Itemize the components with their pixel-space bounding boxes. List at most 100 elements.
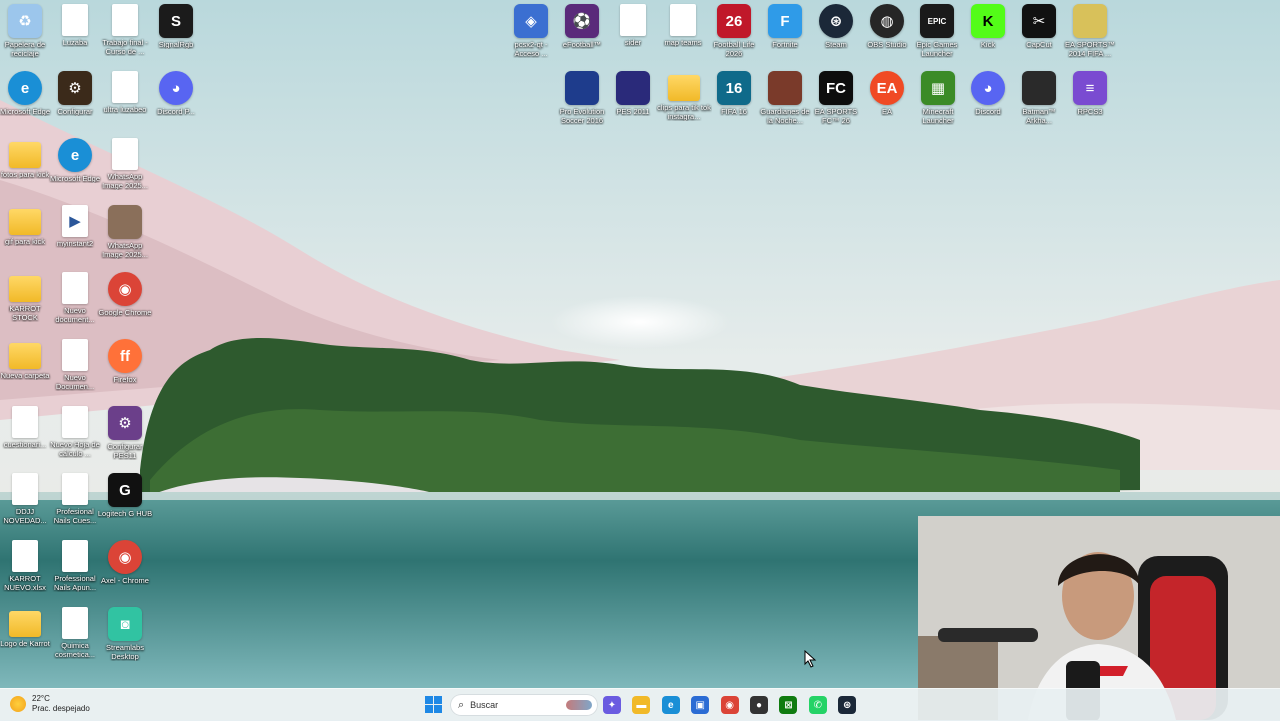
desktop-shortcut[interactable]: KARROT STOCK [0, 272, 50, 336]
desktop-shortcut[interactable]: map teams [658, 4, 708, 68]
desktop-shortcut[interactable]: ◕ Discord P... [151, 71, 201, 135]
desktop-shortcut[interactable]: e Microsoft Edge [50, 138, 100, 202]
desktop-shortcut[interactable]: Quimica cosmetica... [50, 607, 100, 671]
desktop-shortcut[interactable]: Pro Evolution Soccer 2016 [557, 71, 607, 135]
steam-icon: ⊛ [819, 4, 853, 38]
desktop-shortcut-label: Pro Evolution Soccer 2016 [559, 107, 605, 125]
desktop-shortcut[interactable]: sider [608, 4, 658, 68]
desktop-shortcut[interactable]: gif para kick [0, 205, 50, 269]
desktop-shortcut[interactable]: Guardianes de la Noche... [760, 71, 810, 135]
desktop-shortcut-label: Luzaba [62, 38, 88, 47]
ea-icon: EA [870, 71, 904, 105]
desktop-shortcut-label: Nuevo Hoja de cálculo ... [50, 440, 100, 458]
desktop-shortcut-label: Quimica cosmetica... [54, 641, 95, 659]
desktop-shortcut[interactable]: EA SPORTS™ 2014 FIFA ... [1065, 4, 1115, 68]
desktop-shortcut[interactable]: 26 Football Life 2026 [709, 4, 759, 68]
desktop-shortcut[interactable]: KARROT NUEVO.xlsx [0, 540, 50, 604]
desktop-shortcut[interactable]: ⚙ Configurar [50, 71, 100, 135]
file-icon [620, 4, 646, 36]
desktop-shortcut[interactable]: DDJJ NOVEDAD... [0, 473, 50, 537]
chrome-taskbar-icon[interactable]: ◉ [720, 696, 739, 714]
desktop-shortcut[interactable]: ◉ Google Chrome [99, 272, 151, 336]
edge-taskbar-icon[interactable]: e [661, 696, 680, 714]
desktop-shortcut-label: KARROT NUEVO.xlsx [4, 574, 46, 592]
desktop-shortcut[interactable]: ✂ CapCut [1014, 4, 1064, 68]
desktop-shortcut-label: Nueva carpeta [0, 371, 50, 380]
desktop-shortcut[interactable]: ◙ Streamlabs Desktop [100, 607, 150, 671]
weather-widget[interactable]: 22°C Prac. despejado [10, 694, 90, 714]
desktop-shortcut[interactable]: S SignalRgb [151, 4, 201, 68]
desktop-shortcut[interactable]: EPIC Epic Games Launcher [912, 4, 962, 68]
folder-icon [9, 142, 41, 168]
desktop-shortcut[interactable]: WhatsApp Image 2025... [100, 138, 150, 202]
desktop-shortcut-label: PES 2011 [616, 107, 650, 116]
discord-icon: ◕ [159, 71, 193, 105]
desktop-shortcut[interactable]: ◈ pcsx2-qt - Acceso ... [506, 4, 556, 68]
desktop-shortcut[interactable]: Nuevo Documen... [50, 339, 100, 403]
desktop-shortcut[interactable]: Nuevo document... [50, 272, 100, 336]
game-taskbar-icon[interactable]: ● [750, 696, 768, 714]
desktop-shortcut-label: map teams [664, 38, 702, 47]
desktop-shortcut-label: Configurar PES11 [107, 442, 143, 460]
desktop-shortcut[interactable]: WhatsApp Image 2025... [100, 205, 150, 269]
whatsapp-taskbar-icon[interactable]: ✆ [808, 696, 827, 714]
desktop-shortcut[interactable]: ⚙ Configurar PES11 [100, 406, 150, 470]
desktop-shortcut[interactable]: K Kick [963, 4, 1013, 68]
desktop-shortcut[interactable]: fotos para kick [0, 138, 50, 202]
desktop-shortcut[interactable]: ♻ Papelera de reciclaje [0, 4, 50, 68]
desktop-shortcut[interactable]: ⚽ eFootball™ [557, 4, 607, 68]
desktop-shortcut-label: CapCut [1026, 40, 1052, 49]
search-placeholder: Buscar [470, 700, 499, 710]
mouse-cursor-icon [804, 650, 817, 668]
desktop-shortcut[interactable]: Trabajo final - Curso de ... [100, 4, 150, 68]
desktop-shortcut-label: RPCS3 [1077, 107, 1103, 116]
start-button[interactable] [425, 696, 442, 713]
desktop-shortcut[interactable]: G Logitech G HUB [98, 473, 152, 537]
store-taskbar-icon[interactable]: ▣ [691, 696, 710, 714]
desktop-shortcut[interactable]: Profesional Nails Cues... [50, 473, 100, 537]
desktop-shortcut[interactable]: Nuevo Hoja de cálculo ... [50, 406, 100, 470]
taskbar-search-box[interactable]: ⌕ Buscar [450, 694, 598, 716]
xbox-taskbar-icon[interactable]: ⊠ [779, 696, 798, 714]
document-icon [62, 272, 88, 304]
document-icon [12, 473, 38, 505]
desktop-shortcut[interactable]: FC EA SPORTS FC™ 26 [811, 71, 861, 135]
desktop-shortcut[interactable]: PES 2011 [608, 71, 658, 135]
desktop-shortcut-label: gif para kick [4, 237, 46, 246]
desktop-shortcut[interactable]: ◍ OBS Studio [862, 4, 912, 68]
desktop-shortcut-label: Nuevo Documen... [55, 373, 95, 391]
sun-icon [10, 696, 26, 712]
desktop-shortcut[interactable]: ▶ myinstant2 [50, 205, 100, 269]
desktop-shortcut[interactable]: clips para tik tok instagra... [657, 71, 711, 135]
desktop-shortcut-label: Streamlabs Desktop [106, 643, 144, 661]
football-life-icon: 26 [717, 4, 751, 38]
desktop-shortcut[interactable]: F Fortnite [760, 4, 810, 68]
desktop-shortcut[interactable]: Professional Nails Apun... [50, 540, 100, 604]
desktop-shortcut[interactable]: ◕ Discord [963, 71, 1013, 135]
desktop-shortcut[interactable]: Nueva carpeta [0, 339, 50, 403]
firefox-icon: ff [108, 339, 142, 373]
desktop-shortcut[interactable]: Luzaba [50, 4, 100, 68]
desktop-shortcut-label: Epic Games Launcher [916, 40, 958, 58]
desktop-shortcut[interactable]: EA EA [862, 71, 912, 135]
weather-temperature: 22°C [32, 694, 50, 703]
desktop-shortcut[interactable]: Logo de Karrot [0, 607, 50, 671]
copilot-taskbar-icon[interactable]: ✦ [603, 696, 621, 714]
desktop-shortcut[interactable]: ≡ RPCS3 [1065, 71, 1115, 135]
desktop-shortcut[interactable]: ◉ Axel - Chrome [100, 540, 150, 604]
steam-taskbar-icon[interactable]: ⊛ [838, 696, 857, 714]
desktop-shortcut[interactable]: ▦ Minecraft Launcher [913, 71, 963, 135]
folder-icon [9, 209, 41, 235]
desktop-shortcut[interactable]: ff Firefox [100, 339, 150, 403]
desktop-shortcut-label: EA [881, 107, 892, 116]
document-icon [112, 4, 138, 36]
desktop-shortcut[interactable]: 16 FIFA 16 [709, 71, 759, 135]
desktop-shortcut[interactable]: ⊛ Steam [811, 4, 861, 68]
desktop-shortcut-label: Fortnite [772, 40, 798, 49]
desktop-shortcut-label: Discord [975, 107, 1001, 116]
desktop-shortcut[interactable]: Batman™ Arkha... [1014, 71, 1064, 135]
file-explorer-taskbar-icon[interactable]: ▬ [632, 696, 651, 714]
desktop-shortcut[interactable]: cuestionari... [0, 406, 50, 470]
desktop-shortcut[interactable]: e Microsoft Edge [0, 71, 50, 135]
desktop-shortcut[interactable]: ultra luzabeo [100, 71, 150, 135]
